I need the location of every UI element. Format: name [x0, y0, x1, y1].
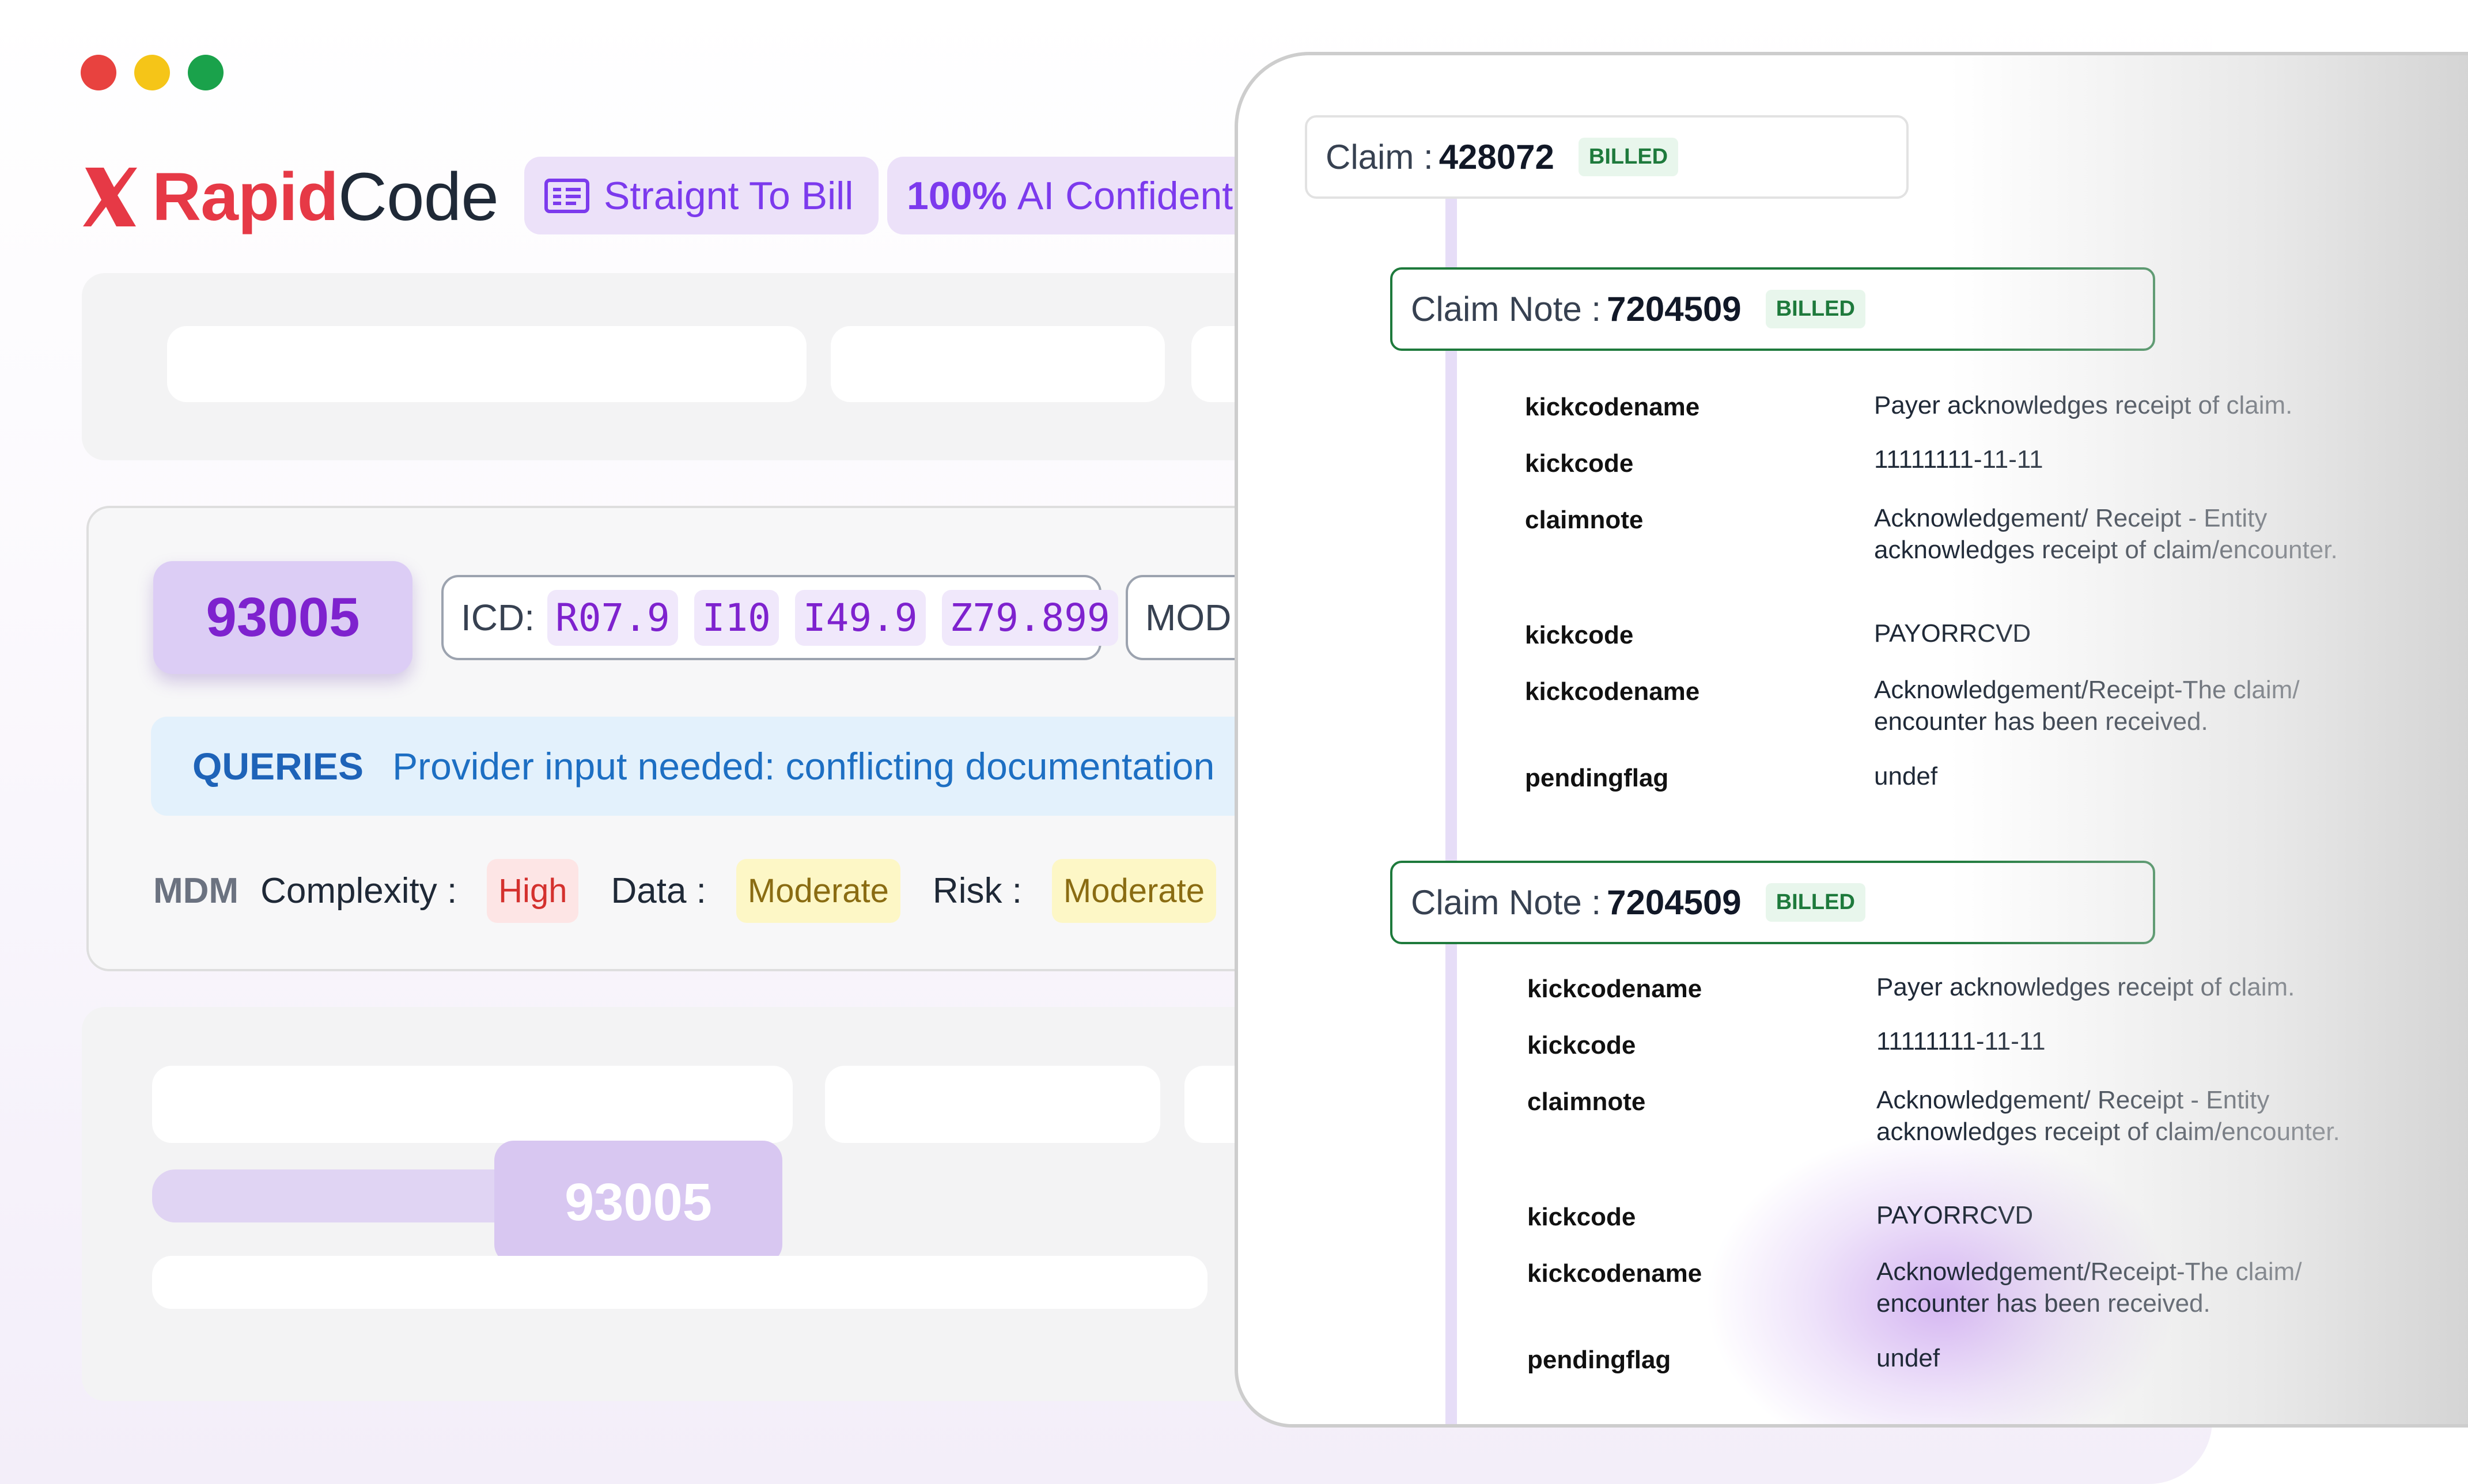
- window-maximize-button[interactable]: [188, 55, 224, 90]
- field-key: claimnote: [1525, 506, 1644, 534]
- claim-id: 428072: [1439, 138, 1554, 176]
- claim-note-header[interactable]: Claim Note : 7204509 BILLED: [1390, 861, 2155, 944]
- icd-code[interactable]: I10: [694, 589, 779, 646]
- field-value: 11111111-11-11: [1874, 445, 2043, 474]
- data-tag: Moderate: [736, 858, 900, 923]
- skeleton-bar: [167, 326, 807, 402]
- skeleton-bar: [152, 1256, 1207, 1309]
- ai-confidence-badge: 100% AI Confident: [887, 157, 1290, 234]
- icd-codes-box: ICD: R07.9 I10 I49.9 Z79.899: [441, 575, 1118, 660]
- skeleton-bar-highlight: [152, 1169, 544, 1222]
- field-value: Acknowledgement/Receipt-The claim/ encou…: [1876, 1258, 2302, 1318]
- claim-note-id: 7204509: [1607, 883, 1742, 922]
- field-value: Acknowledgement/Receipt-The claim/ encou…: [1874, 676, 2300, 736]
- cpt-code-chip[interactable]: 93005: [153, 561, 412, 674]
- status-badge: BILLED: [1578, 138, 1679, 176]
- skeleton-bar: [831, 326, 1165, 402]
- mdm-row: MDM Complexity : High Data : Moderate Ri…: [153, 858, 1300, 923]
- skeleton-bar: [825, 1066, 1160, 1143]
- icd-code[interactable]: R07.9: [547, 589, 678, 646]
- field-key: kickcode: [1527, 1203, 1636, 1231]
- queries-text: Provider input needed: conflicting docum…: [392, 745, 1215, 788]
- icd-code[interactable]: I49.9: [794, 589, 926, 646]
- field-value: undef: [1874, 762, 1938, 790]
- claim-header[interactable]: Claim : 428072 BILLED: [1305, 115, 1909, 199]
- claim-note-id: 7204509: [1607, 290, 1742, 328]
- field-key: kickcode: [1527, 1031, 1636, 1059]
- claim-note-label: Claim Note :: [1411, 290, 1602, 328]
- field-key: pendingflag: [1525, 764, 1669, 792]
- field-value: Acknowledgement/ Receipt - Entity acknow…: [1876, 1086, 2340, 1146]
- mdm-label: MDM: [153, 870, 239, 911]
- risk-label: Risk :: [932, 870, 1022, 911]
- data-label: Data :: [611, 870, 706, 911]
- icd-label: ICD:: [461, 597, 535, 638]
- field-key: kickcodename: [1525, 677, 1700, 706]
- straight-to-bill-label: Straignt To Bill: [604, 173, 854, 218]
- field-value: 11111111-11-11: [1876, 1027, 2046, 1055]
- field-value: Payer acknowledges receipt of claim.: [1876, 973, 2295, 1001]
- field-value: Acknowledgement/ Receipt - Entity acknow…: [1874, 504, 2338, 564]
- ai-confidence-value: 100%: [907, 173, 1007, 218]
- window-minimize-button[interactable]: [134, 55, 170, 90]
- field-key: kickcodename: [1527, 975, 1702, 1003]
- risk-tag: Moderate: [1051, 858, 1216, 923]
- field-value: PAYORRCVD: [1876, 1201, 2034, 1229]
- bill-icon: [544, 178, 589, 213]
- ai-confidence-label: AI Confident: [1017, 173, 1233, 218]
- claim-history-panel: Claim : 428072 BILLED Claim Note : 72045…: [1235, 52, 2468, 1428]
- timeline-line: [1445, 194, 1457, 1424]
- complexity-label: Complexity :: [260, 870, 457, 911]
- claim-note-header[interactable]: Claim Note : 7204509 BILLED: [1390, 267, 2155, 351]
- brand-logo: RapidCode: [81, 157, 499, 237]
- brand-name: RapidCode: [152, 159, 499, 235]
- window-close-button[interactable]: [81, 55, 116, 90]
- straight-to-bill-badge[interactable]: Straignt To Bill: [524, 157, 879, 234]
- field-key: kickcode: [1525, 621, 1634, 649]
- status-badge: BILLED: [1765, 290, 1865, 328]
- modifier-label: MOD:: [1145, 597, 1242, 638]
- field-key: kickcodename: [1525, 393, 1700, 421]
- dragged-cpt-chip[interactable]: 93005: [494, 1141, 782, 1264]
- claim-label: Claim :: [1326, 138, 1433, 176]
- field-key: kickcode: [1525, 449, 1634, 478]
- skeleton-bar: [152, 1066, 793, 1143]
- field-value: PAYORRCVD: [1874, 619, 2031, 648]
- field-value: undef: [1876, 1344, 1940, 1372]
- status-badge: BILLED: [1765, 883, 1865, 922]
- field-key: kickcodename: [1527, 1259, 1702, 1288]
- claim-note-label: Claim Note :: [1411, 883, 1602, 922]
- field-key: pendingflag: [1527, 1346, 1671, 1374]
- complexity-tag: High: [487, 858, 579, 923]
- field-key: claimnote: [1527, 1088, 1646, 1116]
- rapidcode-logo-icon: [83, 168, 137, 226]
- field-value: Payer acknowledges receipt of claim.: [1874, 391, 2293, 419]
- icd-code[interactable]: Z79.899: [941, 589, 1118, 646]
- queries-label: QUERIES: [192, 745, 364, 788]
